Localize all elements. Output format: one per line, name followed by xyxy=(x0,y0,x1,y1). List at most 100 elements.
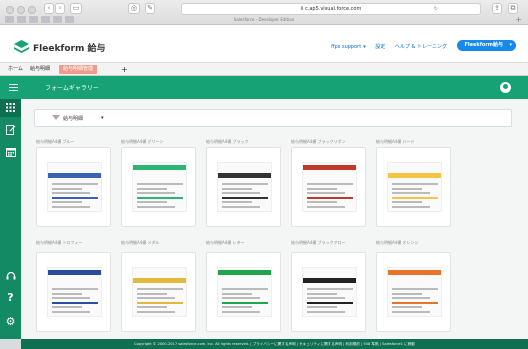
add-tab-icon[interactable]: + xyxy=(121,65,128,74)
template-card[interactable] xyxy=(121,147,196,227)
calendar-grid-icon xyxy=(5,148,16,157)
browser-toolbar: ‹ › ▭ ◎ ✎ ii c.ap5.visual.force.com ↻ ⇪ … xyxy=(0,0,528,25)
thumbnail-line xyxy=(392,192,430,194)
template-card[interactable] xyxy=(36,147,111,227)
filter-icon xyxy=(52,115,60,120)
template-title: 給与明細A4横 ブラックアロー xyxy=(291,240,346,245)
new-tab-icon[interactable]: + xyxy=(515,15,522,24)
template-card[interactable] xyxy=(121,252,196,332)
template-title: 給与明細A4横 レター xyxy=(206,240,245,245)
thumbnail-line xyxy=(52,288,98,290)
setup-link[interactable]: 設定 xyxy=(375,44,385,50)
thumbnail-header-band xyxy=(48,173,101,178)
address-bar[interactable]: ii c.ap5.visual.force.com ↻ xyxy=(181,3,481,15)
thumbnail-line xyxy=(222,301,268,304)
thumbnail-line xyxy=(52,183,98,185)
thumbnail-header-band xyxy=(133,278,186,283)
help-icon[interactable]: ? xyxy=(0,292,21,304)
thumbnail-line xyxy=(392,306,422,308)
thumbnail-line xyxy=(307,205,345,208)
chevron-down-icon: ▾ xyxy=(509,42,512,48)
thumbnail-line xyxy=(392,201,422,203)
template-thumbnail xyxy=(387,267,442,317)
avatar[interactable] xyxy=(500,82,511,93)
thumbnail-line xyxy=(222,306,252,308)
url-text: ii c.ap5.visual.force.com xyxy=(300,6,362,12)
close-window-button[interactable] xyxy=(6,6,14,14)
fleekform-logo-icon xyxy=(14,40,29,53)
browser-tab-title[interactable]: Salesforce - Developer Edition xyxy=(0,16,528,24)
share-icon[interactable]: ⇪ xyxy=(492,3,502,14)
gallery-header: フォームギャラリー xyxy=(0,76,528,99)
thumbnail-line xyxy=(307,183,353,185)
headset-icon[interactable] xyxy=(0,271,21,283)
grid-icon xyxy=(6,103,15,112)
hamburger-menu-icon[interactable] xyxy=(9,84,18,91)
thumbnail-line xyxy=(307,301,353,304)
thumbnail-header-band xyxy=(133,165,186,170)
calendar-icon[interactable] xyxy=(0,143,21,161)
thumbnail-header-band xyxy=(388,270,441,275)
thumbnail-line xyxy=(52,297,90,299)
thumbnail-line xyxy=(392,183,438,185)
template-card[interactable] xyxy=(376,147,451,227)
gallery-icon[interactable] xyxy=(0,99,21,117)
template-title: 給与明細A4横 バード xyxy=(376,139,415,144)
support-headset-icon xyxy=(6,271,15,280)
template-card[interactable] xyxy=(206,147,281,227)
thumbnail-line xyxy=(137,288,183,290)
help-training-link[interactable]: ヘルプ & トレーニング xyxy=(395,44,447,50)
forward-button[interactable]: › xyxy=(55,3,65,14)
thumbnail-line xyxy=(392,187,422,190)
thumbnail-line xyxy=(52,205,90,208)
sidebar-toggle-icon[interactable]: ▭ xyxy=(70,3,82,14)
thumbnail-line xyxy=(307,196,353,199)
template-title: 給与明細A4横 ブルー xyxy=(36,139,75,144)
thumbnail-line xyxy=(222,297,260,299)
template-card[interactable] xyxy=(291,147,366,227)
filter-dropdown[interactable]: 給与明細 ▾ xyxy=(34,109,512,127)
thumbnail-line xyxy=(137,306,167,308)
template-title: 給与明細A4横 ブラックリボン xyxy=(291,139,346,144)
thumbnail-line xyxy=(52,306,82,308)
tab-payslip[interactable]: 給与明細 xyxy=(30,65,50,74)
thumbnail-line xyxy=(307,187,337,190)
template-card[interactable] xyxy=(206,252,281,332)
reload-icon[interactable]: ↻ xyxy=(434,4,438,14)
tab-home[interactable]: ホーム xyxy=(8,65,23,74)
extension-icon[interactable]: ✎ xyxy=(145,3,155,14)
tab-payslip-admin[interactable]: 給与明細管理 xyxy=(59,65,98,74)
filter-label: 給与明細 xyxy=(63,116,84,122)
shield-icon[interactable]: ◎ xyxy=(128,3,140,14)
back-button[interactable]: ‹ xyxy=(44,3,54,14)
user-menu-button[interactable]: Fleekform給与 ▾ xyxy=(457,40,516,51)
settings-icon[interactable]: ⚙ xyxy=(0,316,21,328)
edit-form-icon[interactable] xyxy=(0,121,21,139)
thumbnail-line xyxy=(137,297,175,299)
template-card[interactable] xyxy=(376,252,451,332)
thumbnail-line xyxy=(137,192,175,194)
tabs-overview-icon[interactable]: ⧉ xyxy=(508,3,518,14)
template-title: 給与明細A4横 オレンジ xyxy=(376,240,419,245)
thumbnail-line xyxy=(392,288,438,290)
zoom-window-button[interactable] xyxy=(28,6,36,14)
template-card[interactable] xyxy=(291,252,366,332)
thumbnail-line xyxy=(222,187,252,190)
thumbnail-header-band xyxy=(48,270,101,275)
user-menu-label: Fleekform給与 xyxy=(464,42,503,48)
thumbnail-line xyxy=(222,196,268,199)
thumbnail-line xyxy=(222,205,260,208)
support-link[interactable]: ffps support xyxy=(331,44,361,50)
template-title: 給与明細A4横 トロフィー xyxy=(36,240,83,245)
chevron-down-icon[interactable]: ▾ xyxy=(363,44,366,50)
template-title: 給与明細A4横 グリーン xyxy=(121,139,164,144)
template-thumbnail xyxy=(387,162,442,212)
app-header: Fleekform 給与 ffps support ▾ 設定 ヘルプ & トレーニ… xyxy=(0,25,528,63)
template-thumbnail xyxy=(302,267,357,317)
thumbnail-line xyxy=(307,310,345,313)
template-card[interactable] xyxy=(36,252,111,332)
thumbnail-line xyxy=(52,187,82,190)
app-tab-bar: ホーム 給与明細 給与明細管理 + xyxy=(0,63,528,76)
minimize-window-button[interactable] xyxy=(17,6,25,14)
brand-name: Fleekform 給与 xyxy=(33,44,106,54)
